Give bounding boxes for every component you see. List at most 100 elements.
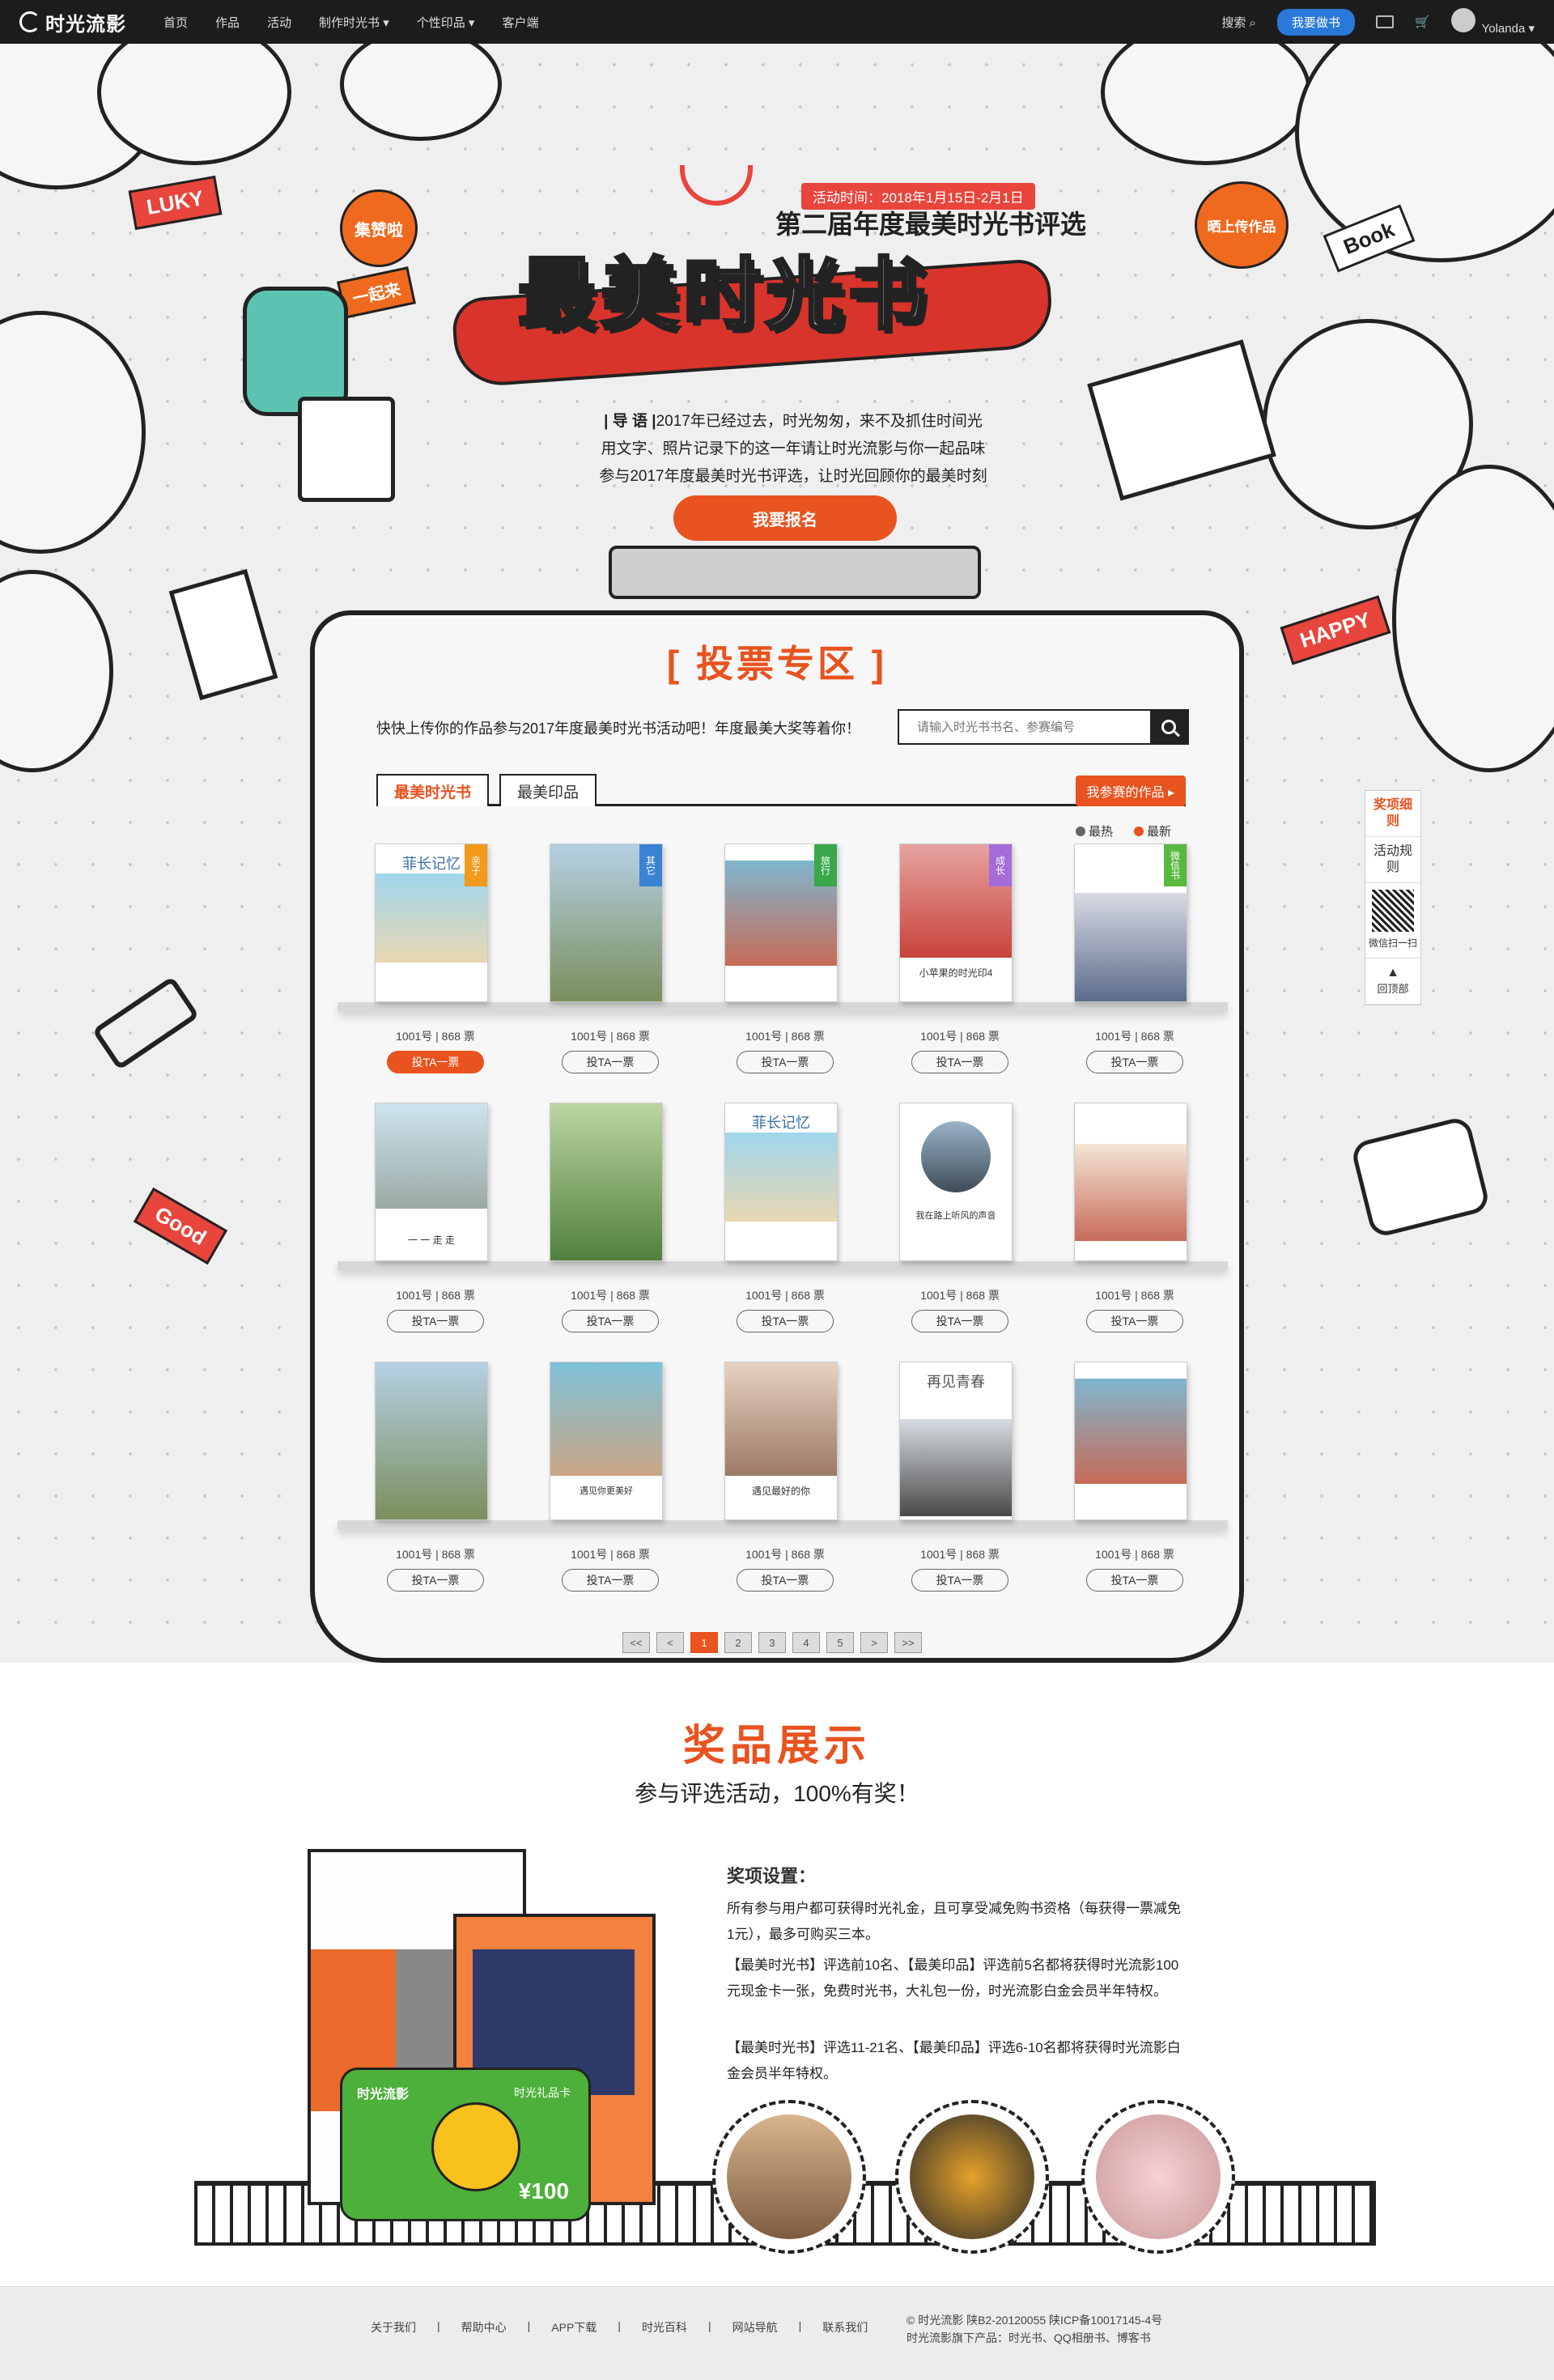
page-first[interactable]: << <box>622 1632 650 1653</box>
signup-button[interactable]: 我要报名 <box>673 495 897 541</box>
search-button[interactable] <box>1150 711 1187 743</box>
page-last[interactable]: >> <box>894 1632 922 1653</box>
vote-button[interactable]: 投TA一票 <box>737 1569 834 1592</box>
vote-button[interactable]: 投TA一票 <box>911 1051 1008 1073</box>
avatar <box>1450 8 1475 32</box>
user-menu[interactable]: Yolanda ▾ <box>1450 8 1535 36</box>
footer-app[interactable]: APP下载 <box>551 2319 597 2335</box>
book-item: 遇见最好的你 1001号 | 868 票 投TA一票 <box>724 1362 846 1592</box>
book-cover[interactable]: 一 一 走 走 <box>375 1103 488 1261</box>
page-3[interactable]: 3 <box>758 1632 786 1653</box>
footer-about[interactable]: 关于我们 <box>371 2319 416 2335</box>
cover-image <box>921 1121 991 1192</box>
cover-image <box>376 873 487 963</box>
vote-button[interactable]: 投TA一票 <box>387 1051 484 1073</box>
vote-button[interactable]: 投TA一票 <box>1086 1310 1183 1332</box>
book-item: 遇见你更美好 1001号 | 868 票 投TA一票 <box>550 1362 671 1592</box>
tab-best-print[interactable]: 最美印品 <box>499 774 597 806</box>
book-cover[interactable]: 其它 <box>550 844 663 1002</box>
logo[interactable]: 时光流影 <box>19 8 126 36</box>
cover-image <box>1075 893 1187 1001</box>
page-2[interactable]: 2 <box>724 1632 752 1653</box>
cart-icon[interactable]: 🛒 <box>1415 15 1430 29</box>
shelf-row: 菲长记忆 亲子 1001号 | 868 票 投TA一票 其它 1001号 | 86… <box>338 844 1228 1103</box>
nav-prints[interactable]: 个性印品 ▾ <box>417 14 475 31</box>
book-cover[interactable]: 遇见你更美好 <box>550 1362 663 1520</box>
book-cover[interactable]: 我在路上听风的声音 <box>899 1103 1013 1261</box>
book-cover[interactable]: 遇见最好的你 <box>724 1362 838 1520</box>
radio-icon <box>1134 827 1144 836</box>
sort-hot[interactable]: 最热 <box>1076 822 1113 839</box>
pagination: << < 1 2 3 4 5 > >> <box>622 1632 922 1653</box>
radio-icon <box>1076 827 1085 836</box>
nav-home[interactable]: 首页 <box>163 14 188 31</box>
mail-icon[interactable] <box>1375 15 1394 28</box>
vote-button[interactable]: 投TA一票 <box>911 1569 1008 1592</box>
side-activity-rules[interactable]: 活动规则 <box>1365 837 1420 883</box>
book-cover[interactable]: 小苹果的时光印4 成长 <box>899 844 1013 1002</box>
make-book-button[interactable]: 我要做书 <box>1276 8 1355 36</box>
vote-button[interactable]: 投TA一票 <box>562 1310 659 1332</box>
book-item: 微信书 1001号 | 868 票 投TA一票 <box>1074 844 1195 1073</box>
footer-help[interactable]: 帮助中心 <box>461 2319 507 2335</box>
mascot-icon <box>431 2102 520 2191</box>
nav-works[interactable]: 作品 <box>215 14 240 31</box>
vote-count: 1001号 | 868 票 <box>571 1030 650 1043</box>
vote-button[interactable]: 投TA一票 <box>737 1310 834 1332</box>
vote-button[interactable]: 投TA一票 <box>387 1569 484 1592</box>
nav-activity[interactable]: 活动 <box>267 14 291 31</box>
cover-image <box>725 1133 837 1222</box>
footer-sep: | <box>798 2319 802 2332</box>
side-wechat-qr[interactable]: 微信扫一扫 <box>1365 883 1420 958</box>
page-prev[interactable]: < <box>656 1632 684 1653</box>
footer-wiki[interactable]: 时光百科 <box>642 2319 687 2335</box>
book-cover[interactable]: 再见青春 <box>899 1362 1013 1520</box>
side-back-to-top[interactable]: ▲ 回顶部 <box>1365 958 1420 1005</box>
sort-new[interactable]: 最新 <box>1134 822 1171 839</box>
card-label: 时光礼品卡 <box>514 2086 571 2099</box>
category-ribbon: 微信书 <box>1164 844 1187 886</box>
search-input[interactable] <box>899 711 1150 743</box>
book-item: 1001号 | 868 票 投TA一票 <box>375 1362 496 1592</box>
footer-sitemap[interactable]: 网站导航 <box>732 2319 778 2335</box>
nav-client[interactable]: 客户端 <box>502 14 538 31</box>
book-cover[interactable] <box>1074 1362 1187 1520</box>
nav-search[interactable]: 搜索 ⌕ <box>1221 14 1256 31</box>
cover-image <box>1075 1379 1187 1484</box>
book-item: 菲长记忆 1001号 | 868 票 投TA一票 <box>724 1103 846 1332</box>
prize-mug-circle <box>712 2100 866 2254</box>
vote-count: 1001号 | 868 票 <box>920 1289 1000 1302</box>
vote-count: 1001号 | 868 票 <box>745 1030 825 1043</box>
nav-make-book[interactable]: 制作时光书 ▾ <box>319 14 389 31</box>
prize-section: 奖品展示 参与评选活动，100%有奖！ 奖项设置： 所有参与用户都可获得时光礼金… <box>0 1663 1554 2286</box>
vote-button[interactable]: 投TA一票 <box>562 1051 659 1073</box>
vote-button[interactable]: 投TA一票 <box>737 1051 834 1073</box>
page-5[interactable]: 5 <box>826 1632 854 1653</box>
footer-sep: | <box>527 2319 531 2332</box>
bubble-collect-likes: 集赞啦 <box>340 189 418 267</box>
book-cover[interactable] <box>1074 1103 1187 1261</box>
page-4[interactable]: 4 <box>792 1632 820 1653</box>
book-cover[interactable] <box>375 1362 488 1520</box>
my-works-button[interactable]: 我参赛的作品 ▸ <box>1075 776 1186 806</box>
tab-best-book[interactable]: 最美时光书 <box>376 774 490 806</box>
book-cover[interactable]: 菲长记忆 亲子 <box>375 844 488 1002</box>
book-cover[interactable]: 微信书 <box>1074 844 1187 1002</box>
book-cover[interactable]: 菲长记忆 <box>724 1103 838 1261</box>
book-cover[interactable]: 旅行 <box>724 844 838 1002</box>
shelf-row: 1001号 | 868 票 投TA一票 遇见你更美好 1001号 | 868 票… <box>338 1362 1228 1621</box>
side-prize-rules[interactable]: 奖项细则 <box>1365 791 1420 837</box>
vote-button[interactable]: 投TA一票 <box>387 1310 484 1332</box>
vote-count: 1001号 | 868 票 <box>571 1289 650 1302</box>
page-1[interactable]: 1 <box>690 1632 718 1653</box>
vote-button[interactable]: 投TA一票 <box>562 1569 659 1592</box>
footer-contact[interactable]: 联系我们 <box>822 2319 868 2335</box>
book-cover[interactable] <box>550 1103 663 1261</box>
footer-sep: | <box>707 2319 711 2332</box>
vote-button[interactable]: 投TA一票 <box>1086 1569 1183 1592</box>
shelf-row: 一 一 走 走 1001号 | 868 票 投TA一票 1001号 | 868 … <box>338 1103 1228 1362</box>
vote-count: 1001号 | 868 票 <box>745 1548 825 1561</box>
vote-button[interactable]: 投TA一票 <box>911 1310 1008 1332</box>
page-next[interactable]: > <box>860 1632 888 1653</box>
vote-button[interactable]: 投TA一票 <box>1086 1051 1183 1073</box>
